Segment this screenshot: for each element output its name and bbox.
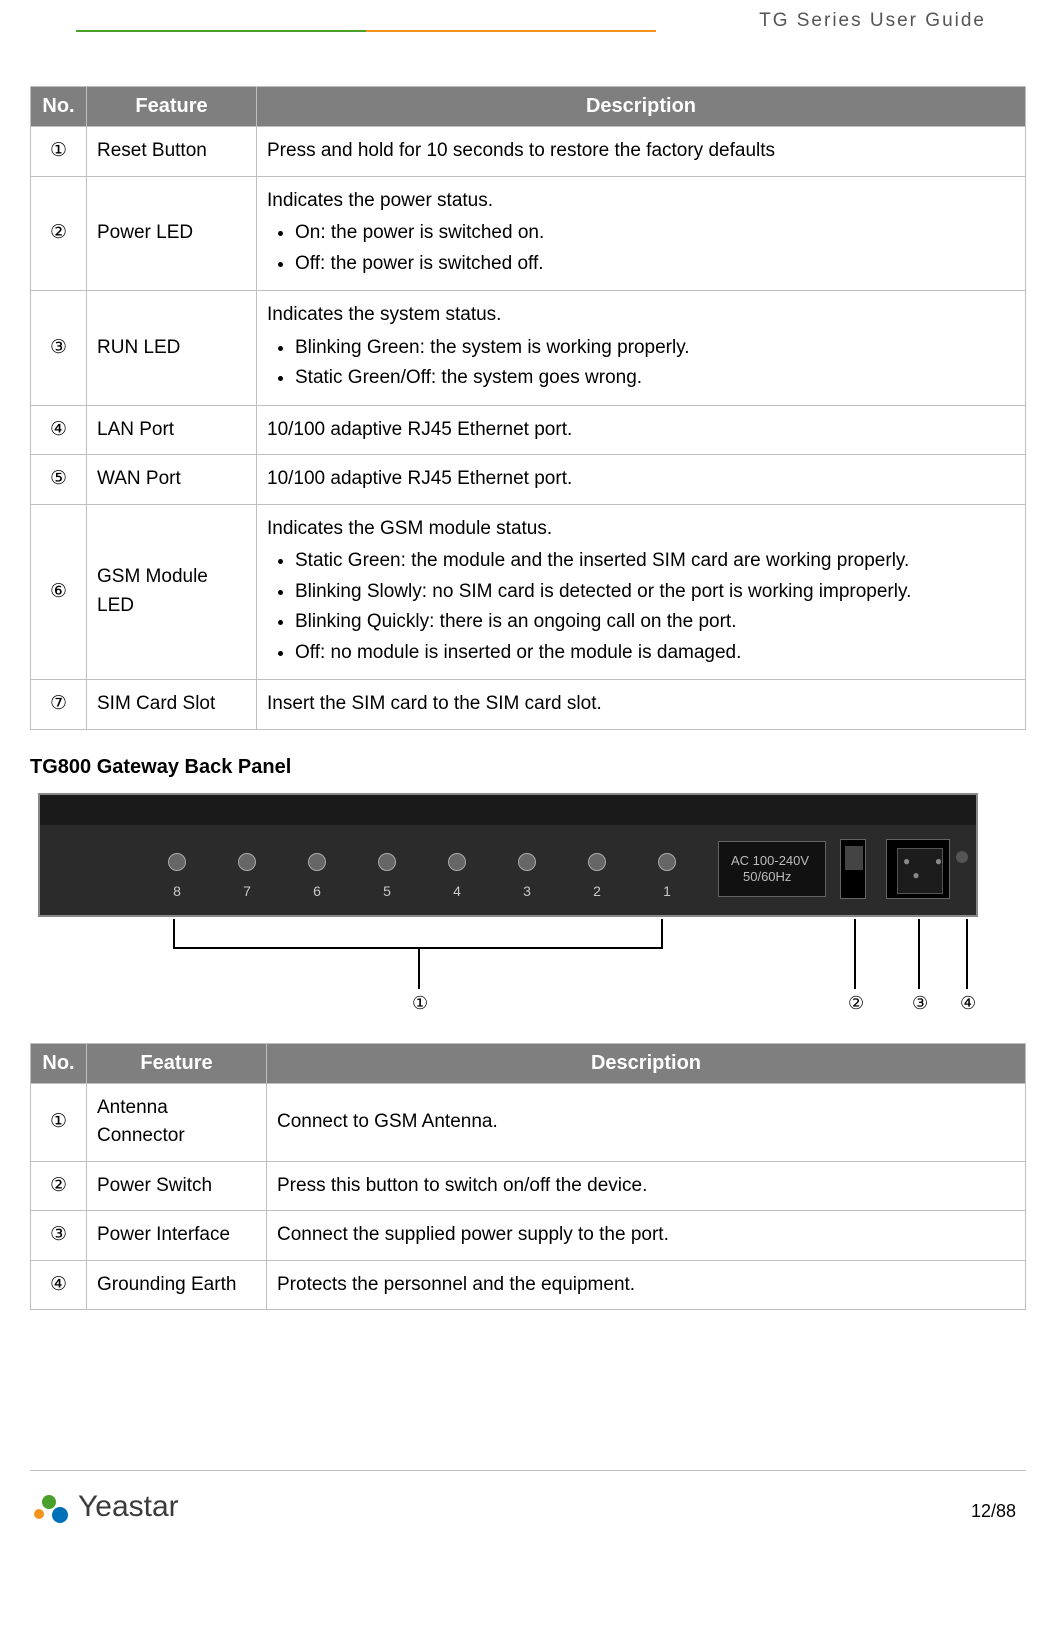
- table-row: ⑥ GSM Module LED Indicates the GSM modul…: [31, 504, 1026, 680]
- antenna-label: 2: [588, 883, 606, 899]
- col-feature: Feature: [87, 1043, 267, 1083]
- row-no: ⑥: [31, 504, 87, 680]
- list-item: Static Green: the module and the inserte…: [295, 547, 1015, 576]
- row-desc: Press and hold for 10 seconds to restore…: [257, 127, 1026, 177]
- antenna-label: 6: [308, 883, 326, 899]
- power-switch-icon: [840, 839, 866, 899]
- header-accent-green-icon: [76, 30, 366, 32]
- row-no: ⑤: [31, 455, 87, 505]
- col-no: No.: [31, 1043, 87, 1083]
- header-accent-orange-icon: [366, 30, 656, 32]
- list-item: On: the power is switched on.: [295, 219, 1015, 248]
- brand-name: Yeastar: [78, 1490, 179, 1524]
- row-feature: WAN Port: [87, 455, 257, 505]
- table-row: ⑤ WAN Port 10/100 adaptive RJ45 Ethernet…: [31, 455, 1026, 505]
- row-desc: Indicates the power status. On: the powe…: [257, 176, 1026, 291]
- table-row: ⑦ SIM Card Slot Insert the SIM card to t…: [31, 680, 1026, 730]
- row-feature: GSM Module LED: [87, 504, 257, 680]
- antenna-label: 5: [378, 883, 396, 899]
- row-no: ③: [31, 291, 87, 406]
- row-feature: Power Interface: [87, 1211, 267, 1261]
- callout-ground: ④: [960, 993, 976, 1014]
- back-panel-diagram: 8 7 6 5 4 3 2 1 AC 100-240V 50/60Hz ① ② …: [38, 793, 1018, 1013]
- row-intro: Indicates the system status.: [267, 304, 501, 325]
- row-desc: Indicates the GSM module status. Static …: [257, 504, 1026, 680]
- row-feature: Grounding Earth: [87, 1260, 267, 1310]
- col-feature: Feature: [87, 87, 257, 127]
- table-row: ③ Power Interface Connect the supplied p…: [31, 1211, 1026, 1261]
- row-no: ①: [31, 127, 87, 177]
- table-row: ① Antenna Connector Connect to GSM Anten…: [31, 1083, 1026, 1161]
- back-panel-table: No. Feature Description ① Antenna Connec…: [30, 1043, 1026, 1311]
- table-row: ④ LAN Port 10/100 adaptive RJ45 Ethernet…: [31, 405, 1026, 455]
- section-heading: TG800 Gateway Back Panel: [30, 756, 1026, 779]
- row-desc: Connect to GSM Antenna.: [267, 1083, 1026, 1161]
- ac-label-icon: AC 100-240V 50/60Hz: [718, 841, 826, 897]
- row-intro: Indicates the power status.: [267, 190, 493, 211]
- row-no: ②: [31, 176, 87, 291]
- row-feature: LAN Port: [87, 405, 257, 455]
- row-desc: Press this button to switch on/off the d…: [267, 1161, 1026, 1211]
- col-description: Description: [267, 1043, 1026, 1083]
- logo-mark-icon: [30, 1487, 70, 1527]
- row-desc: 10/100 adaptive RJ45 Ethernet port.: [257, 455, 1026, 505]
- antenna-label: 1: [658, 883, 676, 899]
- row-feature: Antenna Connector: [87, 1083, 267, 1161]
- page-number: 12/88: [971, 1501, 1016, 1522]
- row-no: ③: [31, 1211, 87, 1261]
- row-feature: Power Switch: [87, 1161, 267, 1211]
- list-item: Blinking Quickly: there is an ongoing ca…: [295, 608, 1015, 637]
- row-desc: Protects the personnel and the equipment…: [267, 1260, 1026, 1310]
- table-row: ② Power LED Indicates the power status. …: [31, 176, 1026, 291]
- callout-power-interface: ③: [912, 993, 928, 1014]
- row-intro: Indicates the GSM module status.: [267, 518, 552, 539]
- callout-switch: ②: [848, 993, 864, 1014]
- brand-logo: Yeastar: [30, 1487, 179, 1527]
- table-row: ③ RUN LED Indicates the system status. B…: [31, 291, 1026, 406]
- doc-title: TG Series User Guide: [759, 10, 986, 32]
- list-item: Blinking Green: the system is working pr…: [295, 334, 1015, 363]
- row-no: ⑦: [31, 680, 87, 730]
- list-item: Static Green/Off: the system goes wrong.: [295, 364, 1015, 393]
- row-feature: Power LED: [87, 176, 257, 291]
- row-no: ④: [31, 405, 87, 455]
- list-item: Off: the power is switched off.: [295, 250, 1015, 279]
- row-desc: Indicates the system status. Blinking Gr…: [257, 291, 1026, 406]
- antenna-label: 7: [238, 883, 256, 899]
- callout-antenna: ①: [412, 993, 428, 1014]
- front-panel-table: No. Feature Description ① Reset Button P…: [30, 86, 1026, 730]
- row-feature: SIM Card Slot: [87, 680, 257, 730]
- antenna-label: 8: [168, 883, 186, 899]
- table-row: ① Reset Button Press and hold for 10 sec…: [31, 127, 1026, 177]
- table-row: ④ Grounding Earth Protects the personnel…: [31, 1260, 1026, 1310]
- table-row: ② Power Switch Press this button to swit…: [31, 1161, 1026, 1211]
- antenna-label: 3: [518, 883, 536, 899]
- bracket-icon: [173, 919, 663, 949]
- row-no: ①: [31, 1083, 87, 1161]
- row-no: ②: [31, 1161, 87, 1211]
- power-inlet-icon: [886, 839, 950, 899]
- list-item: Blinking Slowly: no SIM card is detected…: [295, 578, 1015, 607]
- row-desc: Connect the supplied power supply to the…: [267, 1211, 1026, 1261]
- row-feature: Reset Button: [87, 127, 257, 177]
- row-no: ④: [31, 1260, 87, 1310]
- row-desc: Insert the SIM card to the SIM card slot…: [257, 680, 1026, 730]
- list-item: Off: no module is inserted or the module…: [295, 639, 1015, 668]
- antenna-label: 4: [448, 883, 466, 899]
- col-description: Description: [257, 87, 1026, 127]
- ground-screw-icon: [956, 851, 968, 863]
- row-feature: RUN LED: [87, 291, 257, 406]
- col-no: No.: [31, 87, 87, 127]
- row-desc: 10/100 adaptive RJ45 Ethernet port.: [257, 405, 1026, 455]
